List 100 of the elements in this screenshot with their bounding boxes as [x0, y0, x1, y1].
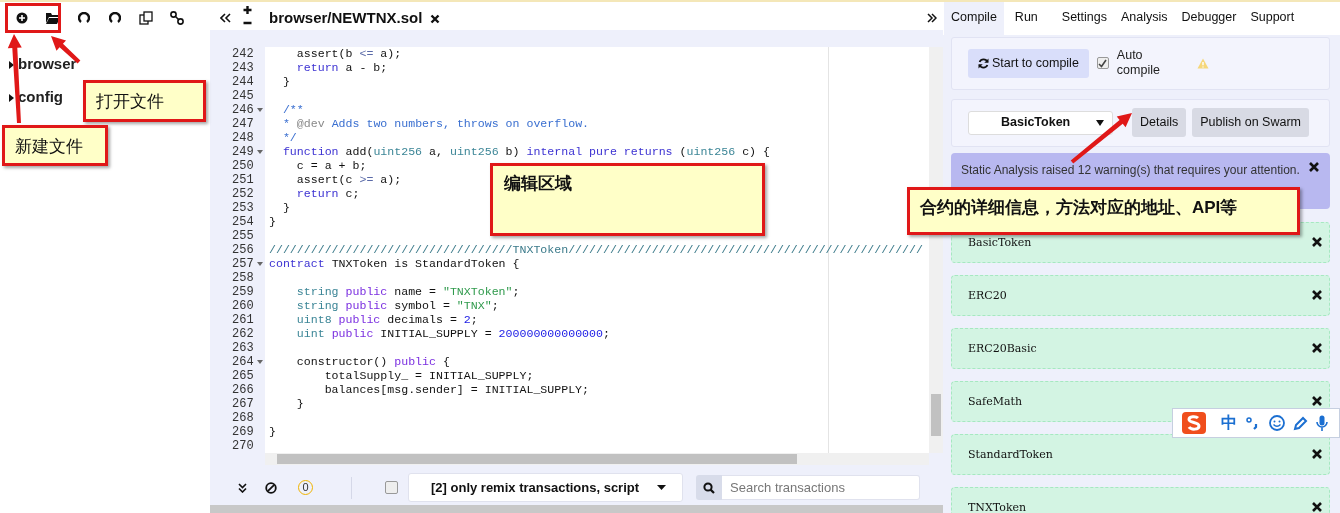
panel-tab[interactable]: Compile	[944, 2, 1004, 35]
close-icon[interactable]	[1311, 236, 1323, 249]
callout-note: 新建文件	[2, 125, 108, 166]
line-number: 256	[232, 243, 254, 257]
line-number: 267	[232, 397, 254, 411]
line-number: 266	[232, 383, 254, 397]
fold-icon[interactable]	[256, 150, 263, 154]
compile-button[interactable]: Start to compile	[968, 48, 1089, 78]
code-line: * @dev Adds two numbers, throws on overflow.	[281, 117, 590, 131]
plus-minus-icon[interactable]	[241, 5, 253, 27]
code-line: }	[295, 397, 304, 411]
code-line: function add(uint256 a, uint256 b) internal pure returns (uint256 c) {	[281, 145, 770, 159]
publish-button[interactable]: Publish on Swarm	[1192, 108, 1309, 138]
close-icon[interactable]	[1311, 448, 1323, 461]
refresh-icon	[978, 57, 989, 69]
code-line: assert(c >= a);	[295, 173, 402, 187]
code-line: /**	[281, 103, 304, 117]
logo-icon[interactable]	[1181, 411, 1207, 435]
caret-icon	[657, 485, 667, 490]
line-number: 254	[232, 215, 254, 229]
code-line: contract TNXToken is StandardToken {	[268, 257, 520, 271]
details-button[interactable]: Details	[1132, 108, 1187, 138]
line-number: 259	[232, 285, 254, 299]
smiley-icon[interactable]	[1269, 415, 1285, 431]
code-line: uint public INITIAL_SUPPLY = 200000000000000;	[295, 327, 610, 341]
caret-icon	[1096, 119, 1104, 126]
contract-select[interactable]: BasicToken	[968, 110, 1113, 135]
code-line: totalSupply_ = INITIAL_SUPPLY;	[323, 369, 534, 383]
ring-icon[interactable]	[77, 12, 90, 24]
line-number: 251	[232, 173, 254, 187]
code-line: string public symbol = "TNX";	[295, 299, 499, 313]
line-number: 253	[232, 201, 254, 215]
line-number: 264	[232, 355, 254, 369]
filter-checkbox[interactable]	[385, 481, 398, 494]
folder-label[interactable]: browser	[18, 53, 77, 76]
code-line: c = a + b;	[295, 159, 367, 173]
contract-name: SafeMath	[968, 394, 1022, 408]
callout-note: 合约的详细信息，方法对应的地址、API等	[907, 187, 1300, 235]
close-icon[interactable]	[430, 13, 441, 24]
code-line: }	[268, 215, 276, 229]
line-number: 257	[232, 257, 254, 271]
clear-icon[interactable]	[265, 481, 277, 494]
fold-icon[interactable]	[256, 360, 263, 364]
close-icon[interactable]	[1311, 395, 1323, 408]
fold-icon[interactable]	[256, 108, 263, 112]
collapse-right-icon[interactable]	[927, 13, 937, 23]
line-number: 242	[232, 47, 254, 61]
code-line: return a - b;	[295, 61, 388, 75]
filter-dropdown[interactable]: [2] only remix transactions, script	[408, 472, 684, 503]
search-field[interactable]: Search transactions	[722, 475, 921, 500]
annotation-arrow	[1068, 110, 1135, 166]
contract-name: ERC20Basic	[968, 341, 1037, 355]
line-number: 247	[232, 117, 254, 131]
line-number: 243	[232, 61, 254, 75]
language-toggle[interactable]: 中	[1221, 411, 1237, 435]
callout-note: 编辑区域	[490, 163, 765, 236]
line-number: 245	[232, 89, 254, 103]
collapse-left-icon[interactable]	[219, 13, 231, 23]
pen-icon[interactable]	[1293, 415, 1308, 431]
line-number: 244	[232, 75, 254, 89]
line-number: 258	[232, 271, 254, 285]
close-icon[interactable]	[1311, 289, 1323, 302]
double-chevron-icon[interactable]	[237, 482, 247, 493]
plus-circle-icon[interactable]	[15, 12, 28, 24]
close-icon[interactable]	[1311, 501, 1323, 513]
close-icon[interactable]	[1311, 342, 1323, 355]
line-number: 248	[232, 131, 254, 145]
line-number: 261	[232, 313, 254, 327]
search-icon[interactable]	[703, 481, 716, 494]
warning-message: Static Analysis raised 12 warning(s) that requires your attention.	[961, 161, 1300, 179]
microphone-icon[interactable]	[1316, 414, 1328, 432]
folder-icon[interactable]	[45, 12, 60, 24]
line-number: 246	[232, 103, 254, 117]
horizontal-scrollbar[interactable]	[265, 453, 929, 465]
caret-icon[interactable]	[8, 60, 15, 69]
code-line: string public name = "TNXToken";	[295, 285, 520, 299]
code-line: }	[281, 75, 290, 89]
fold-icon[interactable]	[256, 262, 263, 266]
contract-name: ERC20	[968, 288, 1007, 302]
close-icon[interactable]	[1308, 160, 1320, 173]
code-line: balances[msg.sender] = INITIAL_SUPPLY;	[323, 383, 590, 397]
ring-icon[interactable]	[108, 12, 121, 24]
link-icon[interactable]	[169, 11, 184, 25]
contract-name: StandardToken	[968, 447, 1053, 461]
line-number: 252	[232, 187, 254, 201]
line-number: 250	[232, 159, 254, 173]
code-line: }	[281, 201, 290, 215]
contract-name: TNXToken	[968, 500, 1027, 513]
line-number: 262	[232, 327, 254, 341]
code-line: }	[268, 425, 276, 439]
line-number: 255	[232, 229, 254, 243]
copy-icon[interactable]	[138, 11, 153, 25]
code-line: constructor() public {	[295, 355, 450, 369]
line-number: 270	[232, 439, 254, 453]
line-number: 249	[232, 145, 254, 159]
line-number: 268	[232, 411, 254, 425]
auto-compile-checkbox[interactable]	[1096, 57, 1109, 70]
code-line: uint8 public decimals = 2;	[295, 313, 478, 327]
caret-icon[interactable]	[8, 93, 15, 102]
warning-icon	[1196, 57, 1209, 69]
